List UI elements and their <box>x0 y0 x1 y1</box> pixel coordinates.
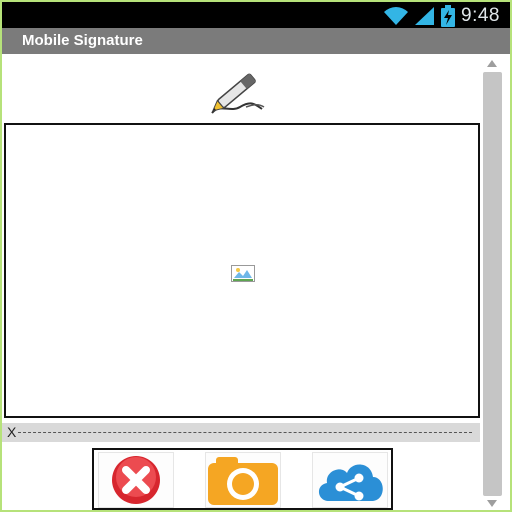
signature-line: X <box>2 423 480 442</box>
action-bar <box>92 448 393 510</box>
dashed-line <box>18 432 472 433</box>
sign-line-marker: X <box>7 424 17 440</box>
status-icons: 9:48 <box>383 4 500 28</box>
scroll-thumb[interactable] <box>483 72 502 496</box>
app-title: Mobile Signature <box>22 32 143 49</box>
clear-button[interactable] <box>98 452 174 508</box>
scroll-up-arrow-icon[interactable] <box>487 60 497 67</box>
cloud-share-icon <box>318 464 383 501</box>
broken-image-icon <box>231 265 255 282</box>
title-bar: Mobile Signature <box>2 28 510 54</box>
pen-signature-icon <box>211 73 265 114</box>
battery-charging-icon <box>441 5 456 27</box>
signature-canvas[interactable] <box>4 123 480 418</box>
status-bar: 9:48 <box>2 2 510 28</box>
red-x-close-icon <box>112 456 160 504</box>
wifi-icon <box>384 7 409 25</box>
camera-button[interactable] <box>205 452 281 508</box>
status-time: 9:48 <box>461 5 500 26</box>
signal-icon <box>415 7 435 25</box>
scroll-down-arrow-icon[interactable] <box>487 500 497 507</box>
vertical-scrollbar[interactable] <box>483 60 502 508</box>
camera-icon <box>208 457 278 505</box>
share-button[interactable] <box>312 452 388 508</box>
